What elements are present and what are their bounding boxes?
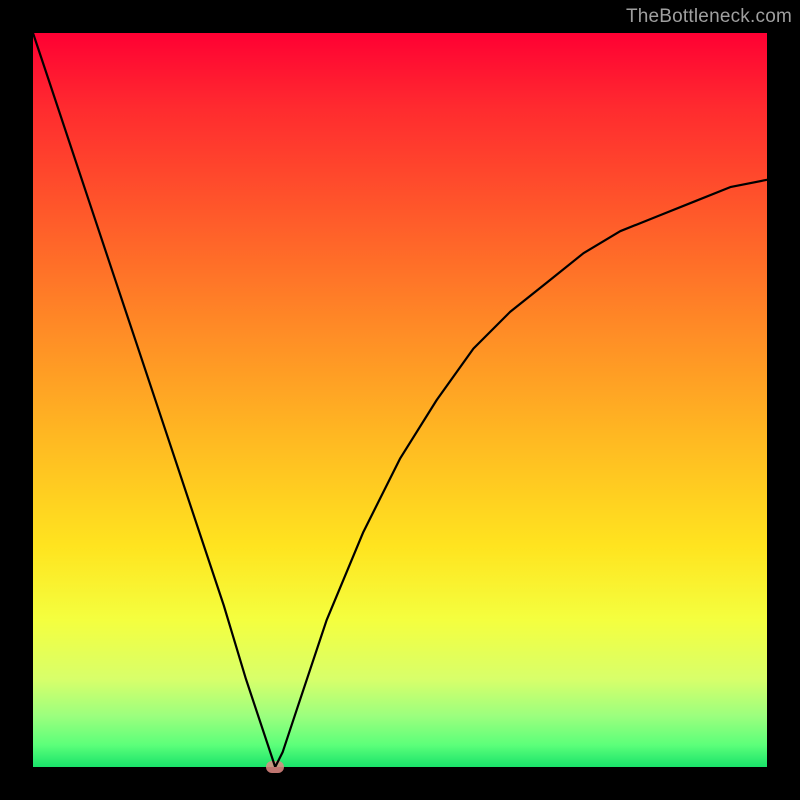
chart-outer: TheBottleneck.com — [0, 0, 800, 800]
watermark-text: TheBottleneck.com — [626, 6, 792, 28]
plot-area — [33, 33, 767, 767]
bottleneck-curve — [33, 33, 767, 767]
